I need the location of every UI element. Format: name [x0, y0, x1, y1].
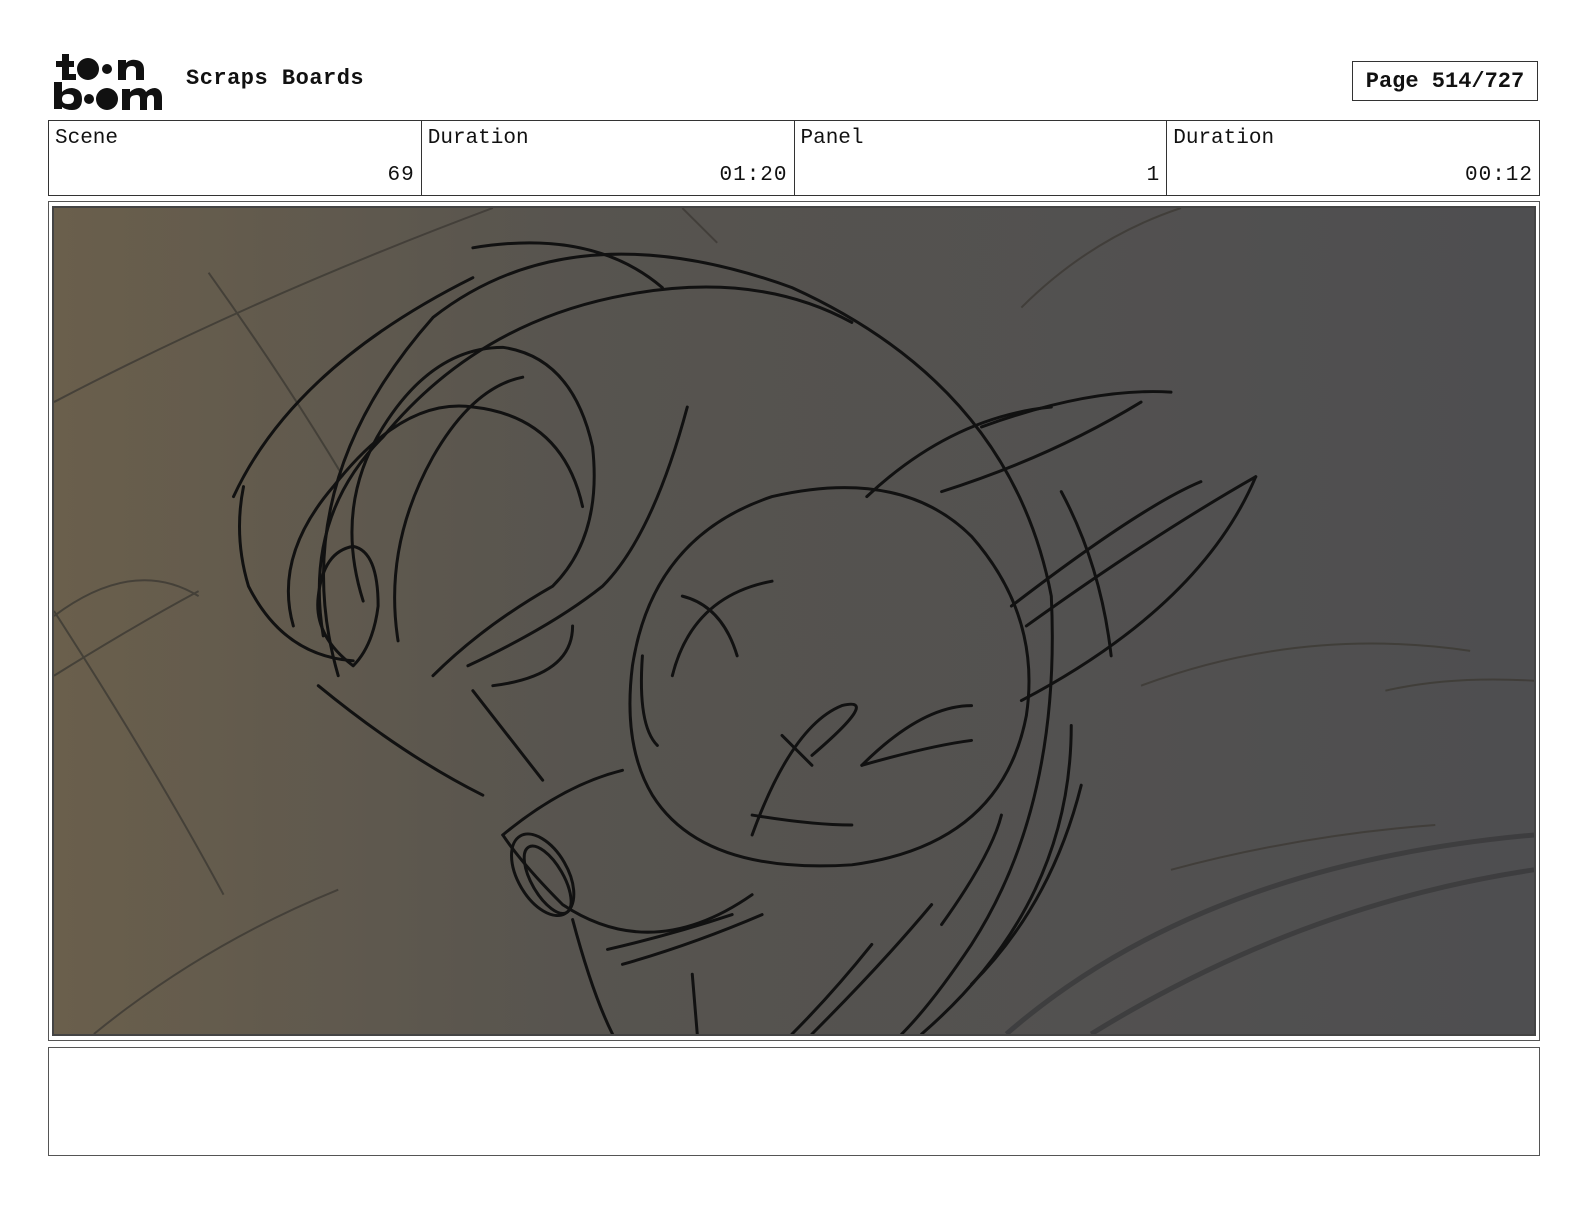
- scene-duration-label: Duration: [427, 127, 529, 150]
- storyboard-sketch-image: [52, 206, 1536, 1036]
- page-indicator: Page 514/727: [1352, 61, 1538, 101]
- scene-info-table: Scene 69 Duration 01:20 Panel 1 Duration…: [48, 120, 1540, 196]
- scene-duration-value: 01:20: [719, 164, 788, 187]
- panel-label: Panel: [800, 127, 864, 150]
- panel-notes: [48, 1047, 1540, 1156]
- scene-duration-cell: Duration 01:20: [422, 121, 795, 195]
- panel-duration-value: 00:12: [1464, 164, 1533, 187]
- scene-value: 69: [387, 164, 415, 187]
- toon-boom-logo: [52, 52, 164, 112]
- panel-duration-label: Duration: [1173, 127, 1275, 150]
- panel-value: 1: [1146, 164, 1161, 187]
- scene-label: Scene: [55, 127, 119, 150]
- panel-duration-cell: Duration 00:12: [1167, 121, 1539, 195]
- scene-cell: Scene 69: [49, 121, 422, 195]
- panel-cell: Panel 1: [795, 121, 1168, 195]
- document-title: Scraps Boards: [186, 66, 365, 91]
